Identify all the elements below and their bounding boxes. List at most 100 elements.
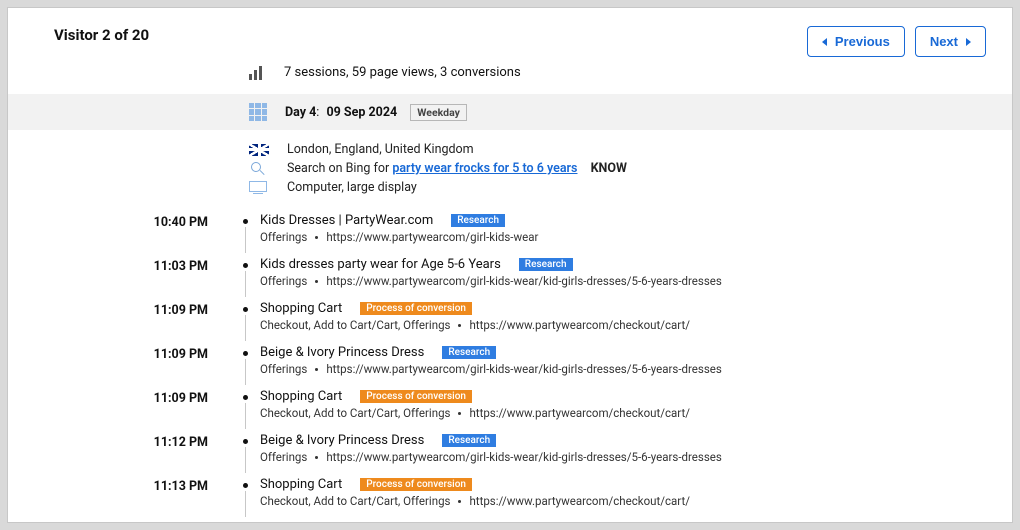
separator-dot-icon <box>458 324 461 327</box>
event-badge: Process of conversion <box>360 390 472 403</box>
timeline-dot-icon <box>243 307 248 312</box>
event-title: Beige & Ivory Princess Dress <box>260 433 424 448</box>
timeline-dot-icon <box>243 263 248 268</box>
event-url: https://www.partywearcom/girl-kids-wear/… <box>326 450 721 464</box>
event-time: 11:12 PM <box>8 433 230 450</box>
search-prefix: Search on Bing for <box>287 161 389 176</box>
timeline-event: 11:09 PM Beige & Ivory Princess Dress Rese… <box>8 343 982 387</box>
day-banner: Day 4: 09 Sep 2024 Weekday <box>8 94 1012 130</box>
event-time: 11:09 PM <box>8 345 230 362</box>
event-time: 11:13 PM <box>8 477 230 494</box>
summary-row: 7 sessions, 59 page views, 3 conversions <box>8 57 1012 94</box>
event-title: Shopping Cart <box>260 477 342 492</box>
event-crumbs: Checkout, Add to Cart/Cart, Offerings <box>260 318 450 332</box>
timeline-dot-icon <box>243 439 248 444</box>
event-title-line: CheckoutConversion <box>260 521 982 523</box>
event-content: Shopping Cart Process of conversion Checko… <box>260 301 982 332</box>
timeline-line <box>245 403 246 429</box>
event-badge: Research <box>519 258 573 271</box>
timeline-event: 11:09 PM Shopping Cart Process of conversi… <box>8 387 982 431</box>
chevron-left-icon <box>822 38 827 46</box>
timeline-marker <box>230 257 260 297</box>
event-badge: Process of conversion <box>360 302 472 315</box>
separator-dot-icon <box>315 368 318 371</box>
timeline-line <box>245 227 246 253</box>
event-sub-line: Offeringshttps://www.partywearcom/girl-k… <box>260 362 982 376</box>
calendar-icon <box>249 103 267 121</box>
search-intent: KNOW <box>591 161 627 176</box>
event-time: 10:40 PM <box>8 213 230 230</box>
event-crumbs: Offerings <box>260 274 307 288</box>
event-sub-line: Checkout, Add to Cart/Cart, Offeringshtt… <box>260 406 982 420</box>
event-content: Shopping Cart Process of conversion Checko… <box>260 389 982 420</box>
location-text: London, England, United Kingdom <box>287 142 474 157</box>
monitor-icon <box>249 181 269 195</box>
event-title: Shopping Cart <box>260 301 342 316</box>
separator-dot-icon <box>458 500 461 503</box>
event-url: https://www.partywearcom/checkout/cart/ <box>469 494 689 508</box>
event-time: 11:13 PM <box>8 521 230 523</box>
search-query-link[interactable]: party wear frocks for 5 to 6 years <box>392 161 577 176</box>
timeline-line <box>245 271 246 297</box>
timeline-event: 11:09 PMShopping CartProcess of conversi… <box>8 299 982 343</box>
separator-dot-icon <box>315 236 318 239</box>
timeline-marker <box>230 301 260 341</box>
event-title: Kids Dresses | PartyWear.com <box>260 213 433 228</box>
event-crumbs: Checkout, Add to Cart/Cart, Offerings <box>260 406 450 420</box>
timeline-line <box>245 359 246 385</box>
event-badge: Research <box>442 434 496 447</box>
event-sub-line: Offerings https://www.partywearcom/girl-k… <box>260 230 982 244</box>
event-content: Kids dresses party wear for Age 5-6 Year… <box>260 257 982 288</box>
timeline-marker <box>230 477 260 517</box>
event-title-line: Shopping Cart Process of conversion <box>260 389 982 404</box>
previous-button[interactable]: Previous <box>807 26 905 57</box>
uk-flag-icon <box>249 144 269 156</box>
summary-text: 7 sessions, 59 page views, 3 conversions <box>284 65 521 80</box>
event-title-line: Kids dresses party wear for Age 5-6 Year… <box>260 257 982 272</box>
day-label: Day 4: 09 Sep 2024 Weekday <box>285 105 467 120</box>
event-content: Kids Dresses | PartyWear.com Research Offe… <box>260 213 982 244</box>
timeline-marker <box>230 345 260 385</box>
event-title: Beige & Ivory Princess Dress <box>260 345 424 360</box>
event-url: https://www.partywearcom/girl-kids-wear <box>326 230 538 244</box>
event-crumbs: Offerings <box>260 450 307 464</box>
event-content: Shopping CartProcess of conversion Checko… <box>260 477 982 508</box>
timeline-dot-icon <box>243 483 248 488</box>
event-url: https://www.partywearcom/girl-kids-wear/… <box>326 274 721 288</box>
event-content: Beige & Ivory Princess Dress Research Offe… <box>260 433 982 464</box>
timeline-event: 11:13 PM CheckoutConversionCheckout, Conv… <box>8 519 982 523</box>
timeline: 10:40 PM Kids Dresses | PartyWear.com Rese… <box>8 207 1012 523</box>
device-row: Computer, large display <box>249 180 1012 195</box>
event-content: Beige & Ivory Princess Dress Research Offe… <box>260 345 982 376</box>
separator-dot-icon <box>315 280 318 283</box>
location-row: London, England, United Kingdom <box>249 142 1012 157</box>
search-icon <box>249 162 269 176</box>
event-title-line: Beige & Ivory Princess Dress Research <box>260 433 982 448</box>
separator-dot-icon <box>458 412 461 415</box>
next-button[interactable]: Next <box>915 26 986 57</box>
page-title: Visitor 2 of 20 <box>54 26 149 44</box>
timeline-line <box>245 447 246 473</box>
header-bar: Visitor 2 of 20 Previous Next <box>8 8 1012 57</box>
event-title-line: Shopping CartProcess of conversion <box>260 477 982 492</box>
event-title: Shopping Cart <box>260 389 342 404</box>
event-sub-line: Checkout, Add to Cart/Cart, Offeringshtt… <box>260 494 982 508</box>
timeline-event: 10:40 PM Kids Dresses | PartyWear.com Rese… <box>8 211 982 255</box>
event-time: 11:09 PM <box>8 389 230 406</box>
event-sub-line: Offerings https://www.partywearcom/girl-k… <box>260 450 982 464</box>
event-badge: Research <box>442 346 496 359</box>
timeline-dot-icon <box>243 219 248 224</box>
chevron-right-icon <box>966 38 971 46</box>
event-time: 11:03 PM <box>8 257 230 274</box>
event-sub-line: Checkout, Add to Cart/Cart, Offeringshtt… <box>260 318 982 332</box>
day-type-badge: Weekday <box>410 104 467 121</box>
device-text: Computer, large display <box>287 180 417 195</box>
event-badge: Research <box>451 214 505 227</box>
event-content: CheckoutConversionCheckout, ConversionCh… <box>260 521 982 523</box>
timeline-marker <box>230 389 260 429</box>
bar-chart-icon <box>249 66 262 80</box>
timeline-dot-icon <box>243 395 248 400</box>
timeline-event: 11:03 PM Kids dresses party wear for Age … <box>8 255 982 299</box>
event-crumbs: Offerings <box>260 230 307 244</box>
search-row: Search on Bing for party wear frocks for… <box>249 161 1012 176</box>
